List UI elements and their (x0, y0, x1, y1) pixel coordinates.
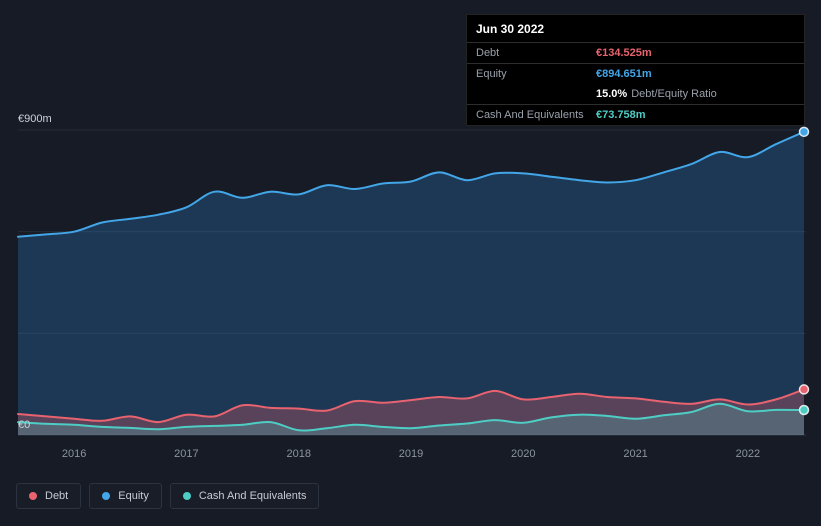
legend-dot-cash-icon (182, 492, 191, 500)
tooltip-ratio-value: 15.0% Debt/Equity Ratio (596, 88, 717, 100)
tooltip-row-equity: Equity €894.651m (467, 64, 804, 84)
tooltip-equity-label: Equity (476, 68, 507, 80)
debt-equity-history-panel: €900m €0 2016 2017 2018 2019 2020 2021 2022 Jun … (0, 0, 821, 526)
legend-item-debt[interactable]: Debt (16, 483, 82, 509)
y-axis-zero-label: €0 (18, 419, 30, 431)
legend-dot-equity-icon (102, 492, 111, 500)
tooltip-cash-label: Cash And Equivalents (476, 109, 584, 121)
cash-and-equivalents-end-marker[interactable] (798, 404, 810, 416)
tooltip-ratio-percent: 15.0% (596, 88, 628, 100)
tooltip-row-cash: Cash And Equivalents €73.758m (467, 105, 804, 125)
tooltip-ratio-text: Debt/Equity Ratio (631, 88, 717, 100)
legend-item-cash[interactable]: Cash And Equivalents (169, 483, 320, 509)
tooltip-debt-label: Debt (476, 47, 500, 59)
chart-legend: Debt Equity Cash And Equivalents (16, 483, 320, 509)
x-tick-label-2022: 2022 (736, 448, 760, 460)
tooltip-date: Jun 30 2022 (467, 15, 804, 43)
equity-area (18, 131, 804, 436)
tooltip-row-ratio: 15.0% Debt/Equity Ratio (467, 84, 804, 105)
x-tick-label-2016: 2016 (62, 448, 86, 460)
chart-tooltip: Jun 30 2022 Debt €134.525m Equity €894.6… (466, 14, 805, 126)
y-axis-max-label: €900m (18, 113, 52, 125)
x-tick-label-2020: 2020 (511, 448, 535, 460)
equity-end-marker[interactable] (798, 126, 810, 138)
legend-label-debt: Debt (45, 490, 69, 502)
x-tick-label-2021: 2021 (623, 448, 647, 460)
legend-label-equity: Equity (118, 490, 149, 502)
tooltip-debt-value: €134.525m (596, 47, 652, 59)
tooltip-row-debt: Debt €134.525m (467, 43, 804, 64)
debt-end-marker[interactable] (798, 384, 810, 395)
legend-item-equity[interactable]: Equity (89, 483, 162, 509)
legend-label-cash: Cash And Equivalents (198, 490, 307, 502)
x-tick-label-2017: 2017 (174, 448, 198, 460)
x-tick-label-2018: 2018 (286, 448, 310, 460)
x-tick-label-2019: 2019 (399, 448, 423, 460)
legend-dot-debt-icon (29, 492, 37, 500)
tooltip-cash-value: €73.758m (596, 109, 646, 121)
tooltip-equity-value: €894.651m (596, 68, 652, 80)
